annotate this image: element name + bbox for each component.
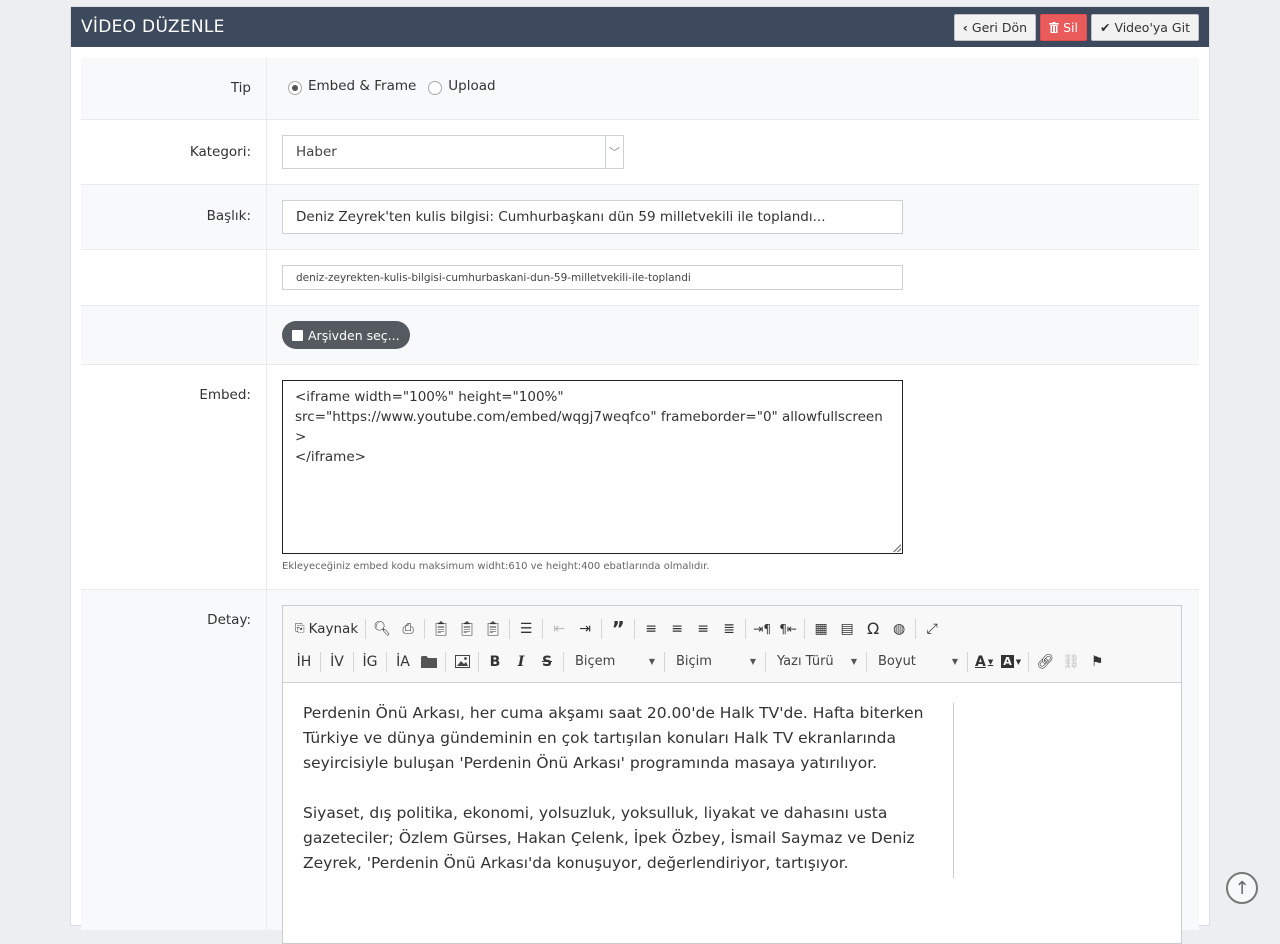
anchor-flag-icon[interactable]: ⚑: [1084, 649, 1110, 675]
category-value: Haber: [296, 144, 337, 160]
paste-text-icon[interactable]: 📋︎: [454, 616, 480, 642]
align-left-icon[interactable]: ≡: [638, 616, 664, 642]
back-button[interactable]: ‹ Geri Dön: [953, 13, 1037, 41]
title-row: Başlık: Deniz Zeyrek'ten kulis bilgisi: …: [81, 185, 1199, 250]
align-center-icon[interactable]: ≡: [664, 616, 690, 642]
radio-embed-label[interactable]: Embed & Frame: [308, 78, 416, 94]
rtl-icon[interactable]: ¶⇤: [775, 616, 801, 642]
maximize-icon[interactable]: ⤢: [919, 616, 945, 642]
category-row: Kategori: Haber ﹀: [81, 120, 1199, 185]
outdent-icon[interactable]: ⇤: [546, 616, 572, 642]
radio-upload-label[interactable]: Upload: [448, 78, 495, 94]
editor-content[interactable]: Perdenin Önü Arkası, her cuma akşamı saa…: [283, 683, 1181, 943]
style-combo[interactable]: Biçem ▼: [567, 649, 661, 675]
slug-input[interactable]: deniz-zeyrekten-kulis-bilgisi-cumhurbask…: [282, 265, 903, 290]
italic-icon[interactable]: I: [508, 649, 534, 675]
heading-a-button[interactable]: İA: [390, 649, 416, 675]
folder-icon[interactable]: [416, 649, 442, 675]
category-label: Kategori:: [81, 120, 267, 184]
content-divider: [953, 703, 954, 878]
toolbar-row-2: İH İV İG İA B I S Biçem ▼ Biçim ▼ Yazı T…: [291, 645, 1173, 678]
archive-icon: [292, 329, 303, 341]
title-label: Başlık:: [81, 185, 267, 249]
heading-g-button[interactable]: İG: [357, 649, 383, 675]
resize-grip-icon[interactable]: [893, 544, 901, 552]
ltr-icon[interactable]: ⇥¶: [749, 616, 775, 642]
toolbar-row-1: ⎘ Kaynak 🔍︎ ⎙ 📋︎ 📋︎ 📋︎ ☰ ⇤ ⇥ ” ≡ ≡ ≡ ≣ ⇥…: [291, 612, 1173, 645]
blockquote-icon[interactable]: ”: [605, 616, 631, 642]
align-justify-icon[interactable]: ≣: [716, 616, 742, 642]
arrow-up-icon: ↑: [1234, 877, 1250, 899]
heading-v-button[interactable]: İV: [324, 649, 350, 675]
scroll-to-top-button[interactable]: ↑: [1226, 872, 1258, 904]
embed-textarea[interactable]: <iframe width="100%" height="100%" src="…: [282, 380, 903, 554]
type-row: Tip Embed & Frame Upload: [81, 58, 1199, 120]
detail-label: Detay:: [81, 590, 267, 930]
unlink-icon[interactable]: ⛓︎: [1058, 649, 1084, 675]
caret-down-icon: ▼: [648, 657, 655, 666]
paste-icon[interactable]: 📋︎: [428, 616, 454, 642]
embed-code: <iframe width="100%" height="100%" src="…: [295, 389, 883, 465]
font-combo[interactable]: Yazı Türü ▼: [769, 649, 863, 675]
check-icon: ✔: [1099, 19, 1111, 35]
rich-text-editor: ⎘ Kaynak 🔍︎ ⎙ 📋︎ 📋︎ 📋︎ ☰ ⇤ ⇥ ” ≡ ≡ ≡ ≣ ⇥…: [282, 605, 1182, 944]
goto-video-button[interactable]: ✔ Video'ya Git: [1090, 13, 1199, 41]
header-actions: ‹ Geri Dön Sil ✔ Video'ya Git: [953, 13, 1199, 41]
indent-icon[interactable]: ⇥: [572, 616, 598, 642]
panel-header: VİDEO DÜZENLE ‹ Geri Dön Sil ✔ Video'ya …: [71, 7, 1209, 47]
horizontal-rule-icon[interactable]: ▤: [834, 616, 860, 642]
source-label: Kaynak: [308, 620, 359, 637]
caret-down-icon: ▼: [749, 657, 756, 666]
radio-embed[interactable]: [288, 81, 302, 95]
archive-select-label: Arşivden seç...: [308, 327, 400, 343]
print-icon[interactable]: ⎙: [395, 616, 421, 642]
embed-hint: Ekleyeceğiniz embed kodu maksimum widht:…: [282, 561, 710, 572]
image-icon[interactable]: [449, 649, 475, 675]
content-paragraph: Siyaset, dış politika, ekonomi, yolsuzlu…: [303, 804, 915, 872]
chevron-down-icon: ﹀: [605, 136, 623, 168]
page-title: VİDEO DÜZENLE: [81, 17, 225, 37]
source-icon: ⎘: [295, 621, 305, 635]
delete-button[interactable]: Sil: [1040, 13, 1087, 41]
type-radio-group: Embed & Frame Upload: [282, 76, 1199, 95]
title-input[interactable]: Deniz Zeyrek'ten kulis bilgisi: Cumhurba…: [282, 200, 903, 234]
category-select[interactable]: Haber ﹀: [282, 135, 624, 169]
bulleted-list-icon[interactable]: ☰: [513, 616, 539, 642]
bg-color-icon[interactable]: A ▼: [997, 649, 1025, 675]
table-icon[interactable]: ▦: [808, 616, 834, 642]
chevron-left-icon: ‹: [962, 19, 968, 35]
source-button[interactable]: ⎘ Kaynak: [291, 616, 362, 642]
trash-icon: [1049, 21, 1060, 33]
delete-button-label: Sil: [1063, 19, 1078, 35]
radio-upload[interactable]: [428, 81, 443, 95]
strikethrough-icon[interactable]: S: [534, 649, 560, 675]
preview-icon[interactable]: 🔍︎: [369, 616, 395, 642]
detail-row: Detay: ⎘ Kaynak 🔍︎ ⎙ 📋︎ 📋︎ 📋︎ ☰ ⇤ ⇥ ” ≡ …: [81, 590, 1199, 944]
video-edit-panel: VİDEO DÜZENLE ‹ Geri Dön Sil ✔ Video'ya …: [70, 6, 1210, 944]
slug-row: deniz-zeyrekten-kulis-bilgisi-cumhurbask…: [81, 250, 1199, 306]
archive-row: Arşivden seç...: [81, 306, 1199, 365]
video-form: Tip Embed & Frame Upload Kategori: Haber…: [81, 58, 1199, 944]
format-combo[interactable]: Biçim ▼: [668, 649, 762, 675]
text-color-icon[interactable]: A ▼: [971, 649, 997, 675]
back-button-label: Geri Dön: [971, 19, 1028, 35]
caret-down-icon: ▼: [951, 657, 958, 666]
embed-row: Embed: <iframe width="100%" height="100%…: [81, 365, 1199, 590]
caret-down-icon: ▼: [850, 657, 857, 666]
bold-icon[interactable]: B: [482, 649, 508, 675]
special-char-icon[interactable]: Ω: [860, 616, 886, 642]
content-paragraph: Perdenin Önü Arkası, her cuma akşamı saa…: [303, 704, 924, 772]
link-icon[interactable]: 🔗︎: [1032, 649, 1058, 675]
editor-toolbar: ⎘ Kaynak 🔍︎ ⎙ 📋︎ 📋︎ 📋︎ ☰ ⇤ ⇥ ” ≡ ≡ ≡ ≣ ⇥…: [283, 606, 1181, 683]
align-right-icon[interactable]: ≡: [690, 616, 716, 642]
paste-word-icon[interactable]: 📋︎: [480, 616, 506, 642]
size-combo[interactable]: Boyut ▼: [870, 649, 964, 675]
heading-h-button[interactable]: İH: [291, 649, 317, 675]
embed-label: Embed:: [81, 365, 267, 589]
iframe-globe-icon[interactable]: ◍: [886, 616, 912, 642]
archive-select-button[interactable]: Arşivden seç...: [282, 321, 410, 349]
type-label: Tip: [81, 58, 267, 119]
goto-video-label: Video'ya Git: [1114, 19, 1190, 35]
